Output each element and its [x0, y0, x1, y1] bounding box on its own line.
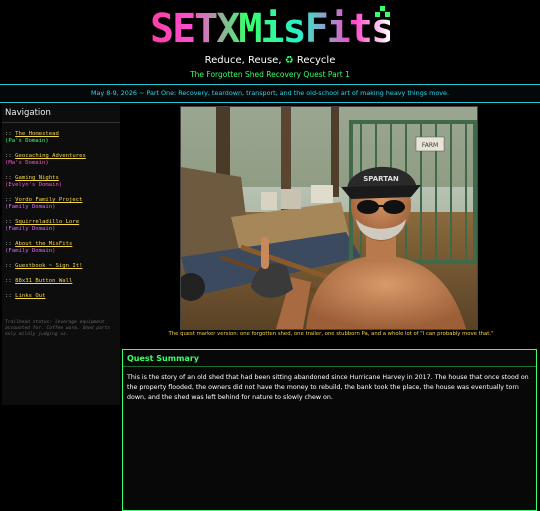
sidebar-navigation: Navigation :: The Homestead (Pa's Domain)…: [2, 105, 120, 405]
site-header: SETXMisFits Reduce, Reuse, ♻ Recycle The…: [0, 0, 540, 82]
nav-link[interactable]: 88x31 Button Wall: [15, 278, 72, 284]
nav-bullet: ::: [5, 219, 12, 225]
sidebar-item[interactable]: :: Squirreladillo Lore (Family Domain): [2, 219, 120, 233]
sidebar-item[interactable]: :: Gaming Nights (Evelyn's Domain): [2, 175, 120, 189]
photo-caption: The quest marker version: one forgotten …: [168, 331, 494, 337]
nav-link[interactable]: Squirreladillo Lore: [15, 219, 79, 225]
sidebar-item[interactable]: :: About the MisFits (Family Domain): [2, 241, 120, 255]
sidebar-item[interactable]: :: Guestbook ~ Sign It!: [2, 263, 120, 270]
tagline: Reduce, Reuse, ♻ Recycle: [0, 55, 540, 66]
sidebar-item[interactable]: :: Geocaching Adventures (Ma's Domain): [2, 153, 120, 167]
logo-pixel-decoration: [385, 12, 390, 17]
nav-link[interactable]: Links Out: [15, 293, 45, 299]
main-content: FARM SPARTAN The quest marker version: o…: [122, 105, 540, 511]
tagline-start: Reduce, Reuse,: [204, 55, 282, 66]
nav-link[interactable]: About the MisFits: [15, 241, 72, 247]
page-subtitle: The Forgotten Shed Recovery Quest Part 1: [190, 70, 350, 79]
cap-text: SPARTAN: [363, 175, 399, 183]
nav-domain-label: (Family Domain): [5, 204, 56, 210]
quest-summary-panel: Quest Summary This is the story of an ol…: [122, 349, 537, 511]
nav-domain-label: (Family Domain): [5, 248, 56, 254]
sign-text: FARM: [422, 142, 438, 149]
nav-bullet: ::: [5, 153, 12, 159]
nav-domain-label: (Family Domain): [5, 226, 56, 232]
nav-bullet: ::: [5, 293, 12, 299]
sidebar-item[interactable]: :: 88x31 Button Wall: [2, 278, 120, 285]
sidebar-item[interactable]: :: Vordo Family Project (Family Domain): [2, 197, 120, 211]
tagline-end: Recycle: [296, 55, 336, 66]
nav-bullet: ::: [5, 175, 12, 181]
sidebar-item[interactable]: :: Links Out: [2, 293, 120, 300]
nav-domain-label: (Ma's Domain): [5, 160, 49, 166]
sidebar-item[interactable]: :: The Homestead (Pa's Domain): [2, 131, 120, 145]
recycle-icon: ♻: [284, 55, 294, 66]
selfie-photo-illustration: FARM SPARTAN: [181, 107, 477, 329]
nav-bullet: ::: [5, 131, 12, 137]
logo-text: SETXMisFits: [150, 6, 395, 52]
nav-link[interactable]: Guestbook ~ Sign It!: [15, 263, 82, 269]
nav-link[interactable]: Vordo Family Project: [15, 197, 82, 203]
quest-photo: FARM SPARTAN: [180, 106, 478, 330]
nav-bullet: ::: [5, 278, 12, 284]
nav-link[interactable]: Geocaching Adventures: [15, 153, 86, 159]
nav-link[interactable]: The Homestead: [15, 131, 59, 137]
nav-link[interactable]: Gaming Nights: [15, 175, 59, 181]
summary-title: Quest Summary: [123, 350, 536, 367]
nav-title: Navigation: [2, 105, 120, 123]
nav-list: :: The Homestead (Pa's Domain):: Geocachi…: [2, 131, 120, 300]
nav-bullet: ::: [5, 263, 12, 269]
nav-domain-label: (Evelyn's Domain): [5, 182, 63, 188]
sidebar-footnote: Trailhead status: leverage equipment acc…: [5, 320, 111, 337]
logo-pixel-decoration: [375, 12, 380, 17]
site-logo[interactable]: SETXMisFits: [150, 6, 395, 52]
summary-text: This is the story of an old shed that ha…: [127, 374, 529, 401]
nav-bullet: ::: [5, 241, 12, 247]
date-banner: May 8-9, 2026 ~ Part One: Recovery, tear…: [0, 84, 540, 103]
logo-pixel-decoration: [380, 6, 385, 11]
nav-domain-label: (Pa's Domain): [5, 138, 49, 144]
nav-bullet: ::: [5, 197, 12, 203]
